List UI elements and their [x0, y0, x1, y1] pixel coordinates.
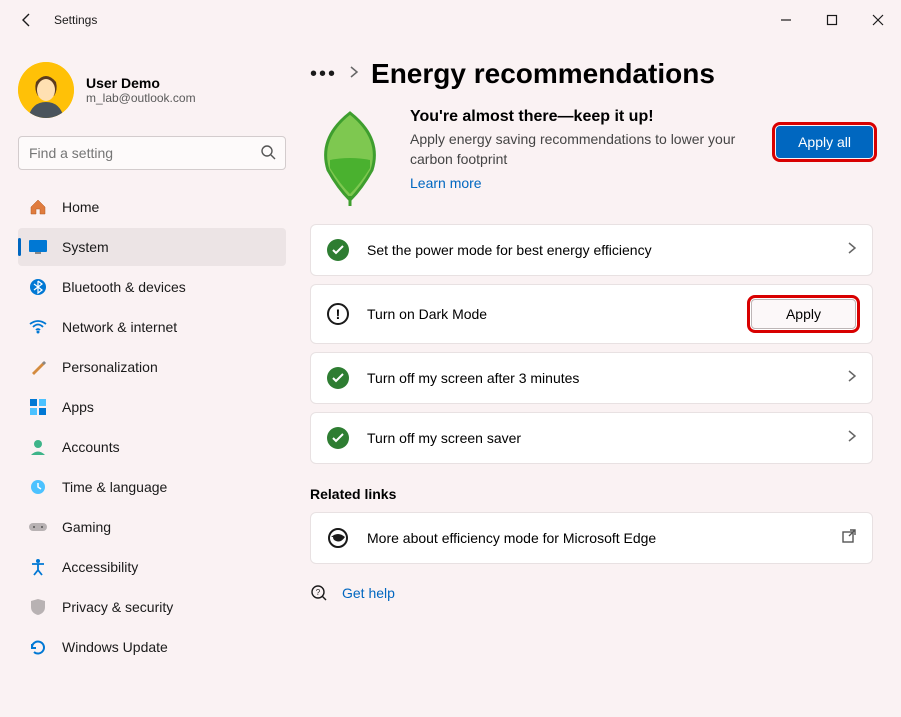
chevron-right-icon — [349, 65, 359, 83]
nav-label: Accounts — [62, 439, 120, 455]
rec-dark-mode[interactable]: ! Turn on Dark Mode Apply — [310, 284, 873, 344]
page-title: Energy recommendations — [371, 58, 715, 90]
breadcrumb: ••• Energy recommendations — [310, 58, 873, 90]
brush-icon — [28, 357, 48, 377]
nav-label: Bluetooth & devices — [62, 279, 186, 295]
shield-icon — [28, 597, 48, 617]
nav-accounts[interactable]: Accounts — [18, 428, 286, 466]
check-icon — [327, 427, 349, 449]
alert-icon: ! — [327, 303, 349, 325]
nav-label: System — [62, 239, 109, 255]
leaf-icon — [310, 108, 390, 198]
content: ••• Energy recommendations You're almost… — [300, 40, 901, 717]
apps-icon — [28, 397, 48, 417]
nav-update[interactable]: Windows Update — [18, 628, 286, 666]
apply-button[interactable]: Apply — [751, 299, 856, 329]
nav-label: Apps — [62, 399, 94, 415]
search-icon — [260, 144, 276, 165]
nav-personalization[interactable]: Personalization — [18, 348, 286, 386]
gaming-icon — [28, 517, 48, 537]
maximize-button[interactable] — [809, 0, 855, 40]
home-icon — [28, 197, 48, 217]
external-link-icon — [842, 529, 856, 548]
nav-time[interactable]: Time & language — [18, 468, 286, 506]
nav-list: Home System Bluetooth & devices Network … — [18, 188, 286, 666]
hero-subtitle: Apply energy saving recommendations to l… — [410, 130, 756, 169]
nav-gaming[interactable]: Gaming — [18, 508, 286, 546]
nav-label: Network & internet — [62, 319, 177, 335]
sidebar: User Demo m_lab@outlook.com Home System … — [0, 40, 300, 717]
rec-label: Set the power mode for best energy effic… — [367, 242, 830, 258]
nav-system[interactable]: System — [18, 228, 286, 266]
chevron-right-icon — [848, 429, 856, 447]
edge-icon — [327, 527, 349, 549]
chevron-right-icon — [848, 369, 856, 387]
check-icon — [327, 239, 349, 261]
user-email: m_lab@outlook.com — [86, 91, 196, 105]
nav-apps[interactable]: Apps — [18, 388, 286, 426]
hero-title: You're almost there—keep it up! — [410, 108, 756, 126]
close-button[interactable] — [855, 0, 901, 40]
rec-label: Turn off my screen after 3 minutes — [367, 370, 830, 386]
hero: You're almost there—keep it up! Apply en… — [310, 108, 873, 198]
back-button[interactable] — [18, 11, 36, 29]
nav-bluetooth[interactable]: Bluetooth & devices — [18, 268, 286, 306]
nav-label: Privacy & security — [62, 599, 173, 615]
minimize-button[interactable] — [763, 0, 809, 40]
user-name: User Demo — [86, 75, 196, 91]
rec-label: Turn off my screen saver — [367, 430, 830, 446]
accessibility-icon — [28, 557, 48, 577]
rec-power-mode[interactable]: Set the power mode for best energy effic… — [310, 224, 873, 276]
rec-label: Turn on Dark Mode — [367, 306, 733, 322]
nav-network[interactable]: Network & internet — [18, 308, 286, 346]
nav-label: Home — [62, 199, 99, 215]
breadcrumb-ellipsis[interactable]: ••• — [310, 63, 337, 86]
nav-label: Time & language — [62, 479, 167, 495]
search-input[interactable] — [18, 136, 286, 170]
search-box — [18, 136, 286, 170]
nav-privacy[interactable]: Privacy & security — [18, 588, 286, 626]
rec-screen-off[interactable]: Turn off my screen after 3 minutes — [310, 352, 873, 404]
learn-more-link[interactable]: Learn more — [410, 175, 482, 191]
get-help-link[interactable]: Get help — [342, 585, 395, 601]
check-icon — [327, 367, 349, 389]
nav-label: Accessibility — [62, 559, 138, 575]
update-icon — [28, 637, 48, 657]
avatar — [18, 62, 74, 118]
wifi-icon — [28, 317, 48, 337]
nav-label: Gaming — [62, 519, 111, 535]
rec-screen-saver[interactable]: Turn off my screen saver — [310, 412, 873, 464]
nav-accessibility[interactable]: Accessibility — [18, 548, 286, 586]
clock-icon — [28, 477, 48, 497]
profile-block[interactable]: User Demo m_lab@outlook.com — [18, 62, 286, 118]
nav-label: Windows Update — [62, 639, 168, 655]
chevron-right-icon — [848, 241, 856, 259]
window-title: Settings — [54, 13, 97, 27]
nav-label: Personalization — [62, 359, 158, 375]
nav-home[interactable]: Home — [18, 188, 286, 226]
system-icon — [28, 237, 48, 257]
related-heading: Related links — [310, 486, 873, 502]
apply-all-button[interactable]: Apply all — [776, 126, 873, 158]
svg-text:?: ? — [316, 588, 321, 597]
window-controls — [763, 0, 901, 40]
help-icon: ? — [310, 584, 328, 602]
bluetooth-icon — [28, 277, 48, 297]
accounts-icon — [28, 437, 48, 457]
help-row: ? Get help — [310, 584, 873, 602]
related-edge[interactable]: More about efficiency mode for Microsoft… — [310, 512, 873, 564]
related-label: More about efficiency mode for Microsoft… — [367, 530, 824, 546]
